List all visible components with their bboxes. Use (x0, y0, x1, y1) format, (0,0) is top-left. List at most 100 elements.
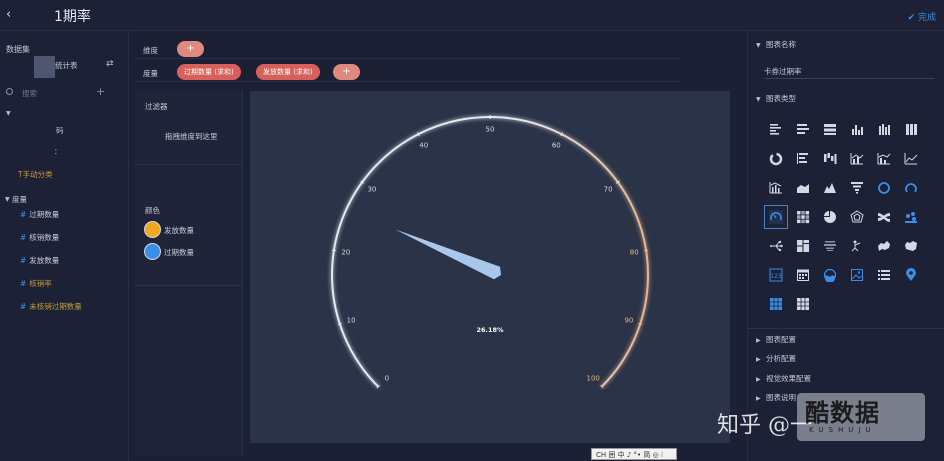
add-measure-button[interactable]: + (333, 64, 360, 80)
chart-type-option[interactable] (897, 173, 924, 202)
gauge-tick-label: 10 (347, 317, 356, 325)
visual-config-section[interactable]: ▶ 视觉效果配置 (756, 373, 811, 384)
measure-item[interactable]: # 核销率 (20, 278, 52, 289)
chart-type-option[interactable] (762, 144, 789, 173)
dataset-label: 数据集 (6, 45, 30, 54)
chart-type-option[interactable] (843, 260, 870, 289)
waterfall-icon (823, 152, 836, 164)
heatmap-icon (796, 210, 809, 223)
add-dimension-button[interactable]: + (177, 41, 204, 57)
chart-type-option[interactable] (843, 115, 870, 144)
chart-type-option[interactable] (816, 115, 843, 144)
editor-area: 维度 + 度量 过期数量 (求和) 发放数量 (求和) + 过滤器 拖拽维度到这… (131, 31, 745, 461)
chart-type-option[interactable] (789, 115, 816, 144)
chart-type-section[interactable]: ▼ 图表类型 (756, 93, 796, 104)
divider (748, 328, 944, 329)
field-search-input[interactable] (22, 88, 82, 99)
analysis-config-section[interactable]: ▶ 分析配置 (756, 353, 796, 364)
done-label: 完成 (917, 13, 936, 23)
chart-type-option[interactable] (843, 173, 870, 202)
caret-down-icon: ▼ (756, 96, 761, 103)
bar-horizontal-icon (769, 123, 781, 135)
chart-type-option[interactable] (870, 202, 897, 231)
chart-type-option[interactable] (843, 144, 870, 173)
chart-name-section[interactable]: ▼ 图表名称 (756, 39, 796, 50)
back-button[interactable]: ‹ (6, 7, 11, 22)
chart-type-option[interactable] (897, 202, 924, 231)
chart-type-option[interactable] (789, 144, 816, 173)
legend-swatch[interactable] (144, 221, 161, 238)
chart-type-option[interactable]: 123 (762, 260, 789, 289)
chart-type-option[interactable] (870, 231, 897, 260)
chart-type-option[interactable] (789, 289, 816, 318)
chart-type-option[interactable] (762, 173, 789, 202)
chart-type-option[interactable] (816, 202, 843, 231)
ring-icon (877, 181, 890, 194)
gauge-tick-label: 80 (630, 249, 639, 257)
chart-type-option[interactable] (870, 115, 897, 144)
chart-type-option[interactable] (816, 173, 843, 202)
measure-item[interactable]: # 发放数量 (20, 255, 59, 266)
measure-name: 过期数量 (29, 210, 60, 219)
dimension-collapse-icon[interactable]: ▼ (6, 110, 11, 117)
chart-config-section[interactable]: ▶ 图表配置 (756, 334, 796, 345)
gauge-tick-label: 0 (385, 375, 389, 383)
progress-ring-icon (904, 182, 917, 193)
manual-group[interactable]: T手动分类 (18, 169, 53, 180)
chart-type-option[interactable] (762, 231, 789, 260)
add-field-icon[interactable]: + (96, 85, 105, 98)
measure-item[interactable]: # 未核销过期数量 (20, 301, 82, 312)
dimension-item[interactable]: ： (54, 146, 62, 157)
swap-dataset-icon[interactable]: ⇄ (106, 59, 114, 69)
dataset-name[interactable]: 统计表 (55, 60, 78, 71)
chart-type-option[interactable] (897, 260, 924, 289)
chart-type-option[interactable] (897, 231, 924, 260)
gauge-tick-label: 50 (486, 126, 495, 134)
chart-type-option[interactable] (816, 144, 843, 173)
column-stacked-icon (878, 123, 890, 135)
chart-type-option[interactable] (789, 260, 816, 289)
page-title: 1期率 (54, 9, 91, 25)
chart-type-option[interactable] (843, 202, 870, 231)
chart-type-option[interactable] (762, 115, 789, 144)
location-pin-icon (905, 267, 916, 281)
ime-toolbar[interactable]: CH 囲 中 ♪ °• 简 ◎ ⁝ (591, 448, 677, 460)
dimension-item[interactable]: 码 (56, 125, 64, 136)
chart-type-option[interactable] (789, 173, 816, 202)
measure-pill[interactable]: 过期数量 (求和) (177, 64, 241, 80)
measure-pill[interactable]: 发放数量 (求和) (256, 64, 320, 80)
caret-right-icon: ▶ (756, 376, 761, 383)
gauge-tick-mark (337, 322, 342, 325)
measure-item[interactable]: # 核销数量 (20, 232, 59, 243)
grid-icon (796, 239, 809, 252)
gauge-value-label: 26.18% (476, 326, 504, 334)
chart-name-input[interactable] (764, 65, 934, 79)
filter-drop-zone[interactable]: 拖拽维度到这里 (165, 131, 218, 142)
top-bar: ‹ 1期率 ✔ 完成 (0, 0, 944, 31)
measure-item[interactable]: # 过期数量 (20, 209, 59, 220)
pie-ring-icon (769, 152, 782, 165)
divider (135, 164, 243, 165)
chart-type-option[interactable] (897, 115, 924, 144)
divider (135, 285, 243, 286)
chart-type-option[interactable] (789, 202, 816, 231)
chart-type-option[interactable] (816, 231, 843, 260)
table-blue-icon (769, 297, 782, 310)
number-card-icon: 123 (769, 268, 782, 281)
chart-type-option[interactable] (897, 144, 924, 173)
measure-collapse-icon[interactable]: ▼ (5, 196, 10, 203)
done-button[interactable]: ✔ 完成 (908, 10, 936, 23)
legend-swatch[interactable] (144, 243, 161, 260)
chart-type-option[interactable] (762, 289, 789, 318)
chart-type-option[interactable] (870, 260, 897, 289)
chart-type-option[interactable] (816, 260, 843, 289)
gauge-tick-label: 60 (552, 141, 561, 149)
chart-type-option[interactable] (843, 231, 870, 260)
hash-icon: # (20, 233, 27, 242)
chart-type-option[interactable] (870, 173, 897, 202)
chart-type-option[interactable] (762, 202, 789, 231)
chart-type-option[interactable] (789, 231, 816, 260)
gauge-chart: 0 10 20 30 40 50 60 70 80 90 100 26.18% (331, 115, 649, 389)
chart-type-option[interactable] (870, 144, 897, 173)
map-blue-icon (877, 240, 890, 251)
